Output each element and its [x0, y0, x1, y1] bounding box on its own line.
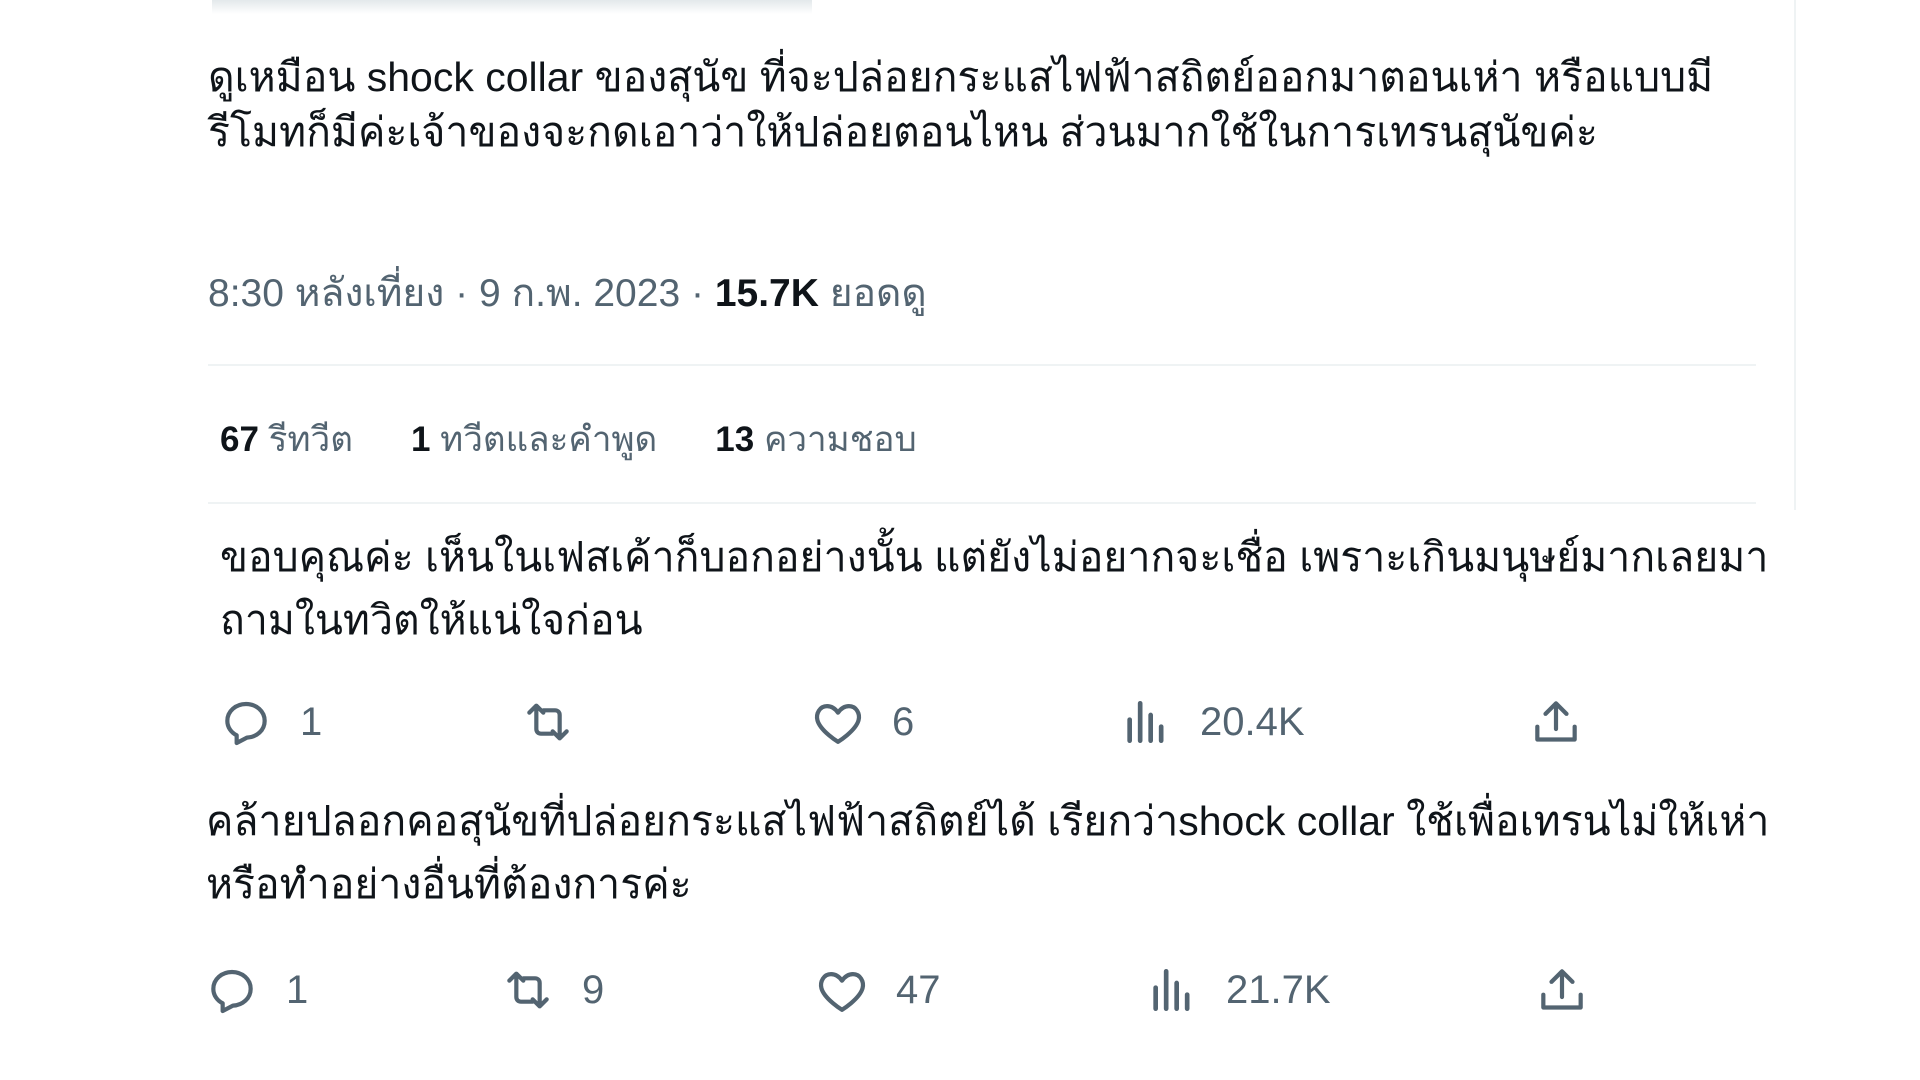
retweet-count: 9 [582, 967, 605, 1012]
like-button[interactable]: 6 [810, 694, 914, 750]
meta-separator: · [690, 272, 704, 315]
reply-button[interactable]: 1 [218, 694, 322, 750]
timeline-border [1794, 0, 1796, 510]
bar-chart-icon [1153, 969, 1190, 1011]
main-tweet-text: ดูเหมือน shock collar ของสุนัข ที่จะปล่อ… [208, 54, 1714, 155]
tweet-time[interactable]: 8:30 หลังเที่ยง [208, 272, 444, 315]
views-count: 15.7K [714, 272, 819, 315]
views-label: ยอดดู [829, 272, 927, 315]
comment-bubble-icon [225, 701, 267, 746]
share-upload-icon [1535, 701, 1577, 742]
like-count: 6 [892, 699, 915, 744]
retweets-stat[interactable]: 67 รีทวีต [220, 412, 353, 467]
previous-tweet-clipped [212, 0, 812, 14]
divider [208, 364, 1756, 366]
tweet-date[interactable]: 9 ก.พ. 2023 [479, 272, 680, 315]
view-count: 21.7K [1226, 967, 1331, 1012]
like-count: 47 [896, 967, 941, 1012]
retweet-icon [507, 971, 549, 1009]
retweet-icon [527, 703, 569, 741]
views-button[interactable]: 20.4K [1118, 694, 1305, 750]
reply-action-bar: 1 6 20.4K [218, 694, 1618, 754]
retweet-button[interactable] [520, 694, 602, 750]
share-button[interactable] [1534, 962, 1590, 1018]
view-count: 20.4K [1200, 699, 1305, 744]
reply-button[interactable]: 1 [204, 962, 308, 1018]
heart-icon [814, 704, 862, 744]
quotes-stat[interactable]: 1 ทวีตและคำพูด [411, 412, 657, 467]
meta-separator: · [455, 272, 469, 315]
tweet-stats: 67 รีทวีต 1 ทวีตและคำพูด 13 ความชอบ [220, 412, 917, 467]
quotes-label: ทวีตและคำพูด [440, 420, 658, 459]
views-button[interactable]: 21.7K [1144, 962, 1331, 1018]
bar-chart-icon [1127, 701, 1164, 743]
reply-action-bar: 1 9 47 21.7K [204, 962, 1604, 1022]
likes-stat[interactable]: 13 ความชอบ [715, 412, 916, 467]
comment-bubble-icon [211, 969, 253, 1014]
quotes-count: 1 [410, 420, 431, 459]
retweets-label: รีทวีต [268, 420, 353, 459]
reply-count: 1 [300, 699, 323, 744]
reply-text: ขอบคุณค่ะ เห็นในเฟสเค้าก็บอกอย่างนั้น แต… [220, 534, 1769, 643]
reply-count: 1 [286, 967, 309, 1012]
likes-label: ความชอบ [763, 420, 917, 459]
divider [208, 502, 1756, 504]
share-upload-icon [1541, 969, 1583, 1010]
heart-icon [818, 972, 866, 1012]
like-button[interactable]: 47 [814, 962, 941, 1018]
retweets-count: 67 [220, 420, 259, 459]
main-tweet: ดูเหมือน shock collar ของสุนัข ที่จะปล่อ… [208, 50, 1768, 160]
tweet-meta: 8:30 หลังเที่ยง · 9 ก.พ. 2023 · 15.7K ยอ… [208, 262, 927, 324]
share-button[interactable] [1528, 694, 1584, 750]
likes-count: 13 [715, 420, 755, 459]
reply-text: คล้ายปลอกคอสุนัขที่ปล่อยกระแสไฟฟ้าสถิตย์… [206, 798, 1770, 907]
retweet-button[interactable]: 9 [500, 962, 604, 1018]
